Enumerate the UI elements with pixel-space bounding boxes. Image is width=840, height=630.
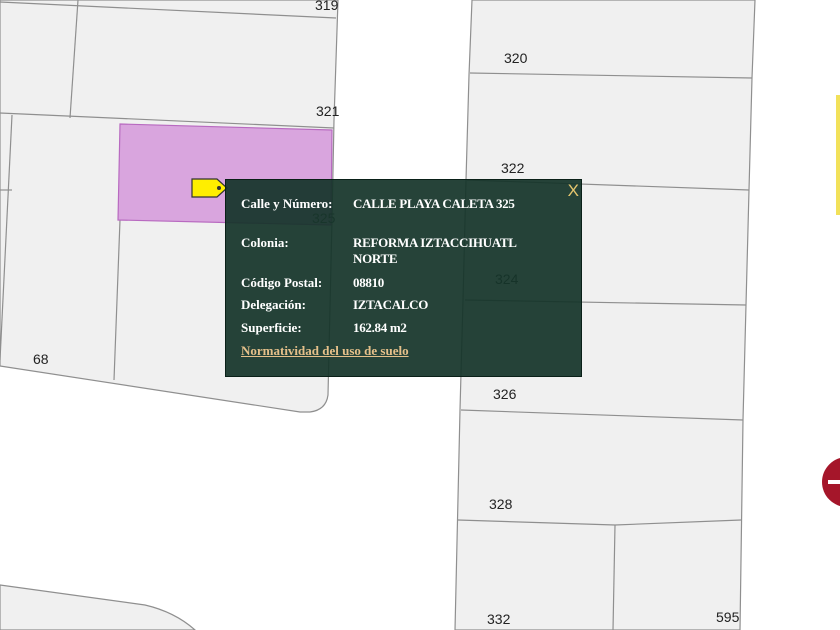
field-value: 08810 (353, 275, 385, 290)
field-label: Delegación: (241, 297, 306, 312)
lot-label: 68 (33, 351, 49, 367)
land-use-link[interactable]: Normatividad del uso de suelo (241, 343, 409, 359)
lot-label: 326 (493, 386, 517, 402)
side-panel-edge[interactable] (836, 95, 840, 215)
lot-label: 319 (315, 0, 339, 13)
field-label: Superficie: (241, 320, 302, 335)
lot-label: 595 (716, 609, 740, 625)
location-marker-icon[interactable] (191, 178, 229, 198)
lot-label: 328 (489, 496, 513, 512)
field-value: IZTACALCO (353, 297, 429, 312)
block-south-west (0, 584, 196, 630)
lot-label: 321 (316, 103, 340, 119)
lot-label: 322 (501, 160, 525, 176)
lot-label: 320 (504, 50, 528, 66)
field-value: 162.84 m2 (353, 320, 407, 335)
field-value: CALLE PLAYA CALETA 325 (353, 196, 515, 211)
info-popup: X Calle y Número: CALLE PLAYA CALETA 325… (225, 179, 582, 377)
minus-icon (828, 480, 840, 484)
close-button[interactable]: X (568, 181, 579, 201)
lot-label: 332 (487, 611, 511, 627)
field-label: Colonia: (241, 235, 289, 250)
field-value: REFORMA IZTACCIHUATL NORTE (353, 235, 516, 266)
field-label: Código Postal: (241, 275, 323, 290)
field-label: Calle y Número: (241, 196, 333, 211)
